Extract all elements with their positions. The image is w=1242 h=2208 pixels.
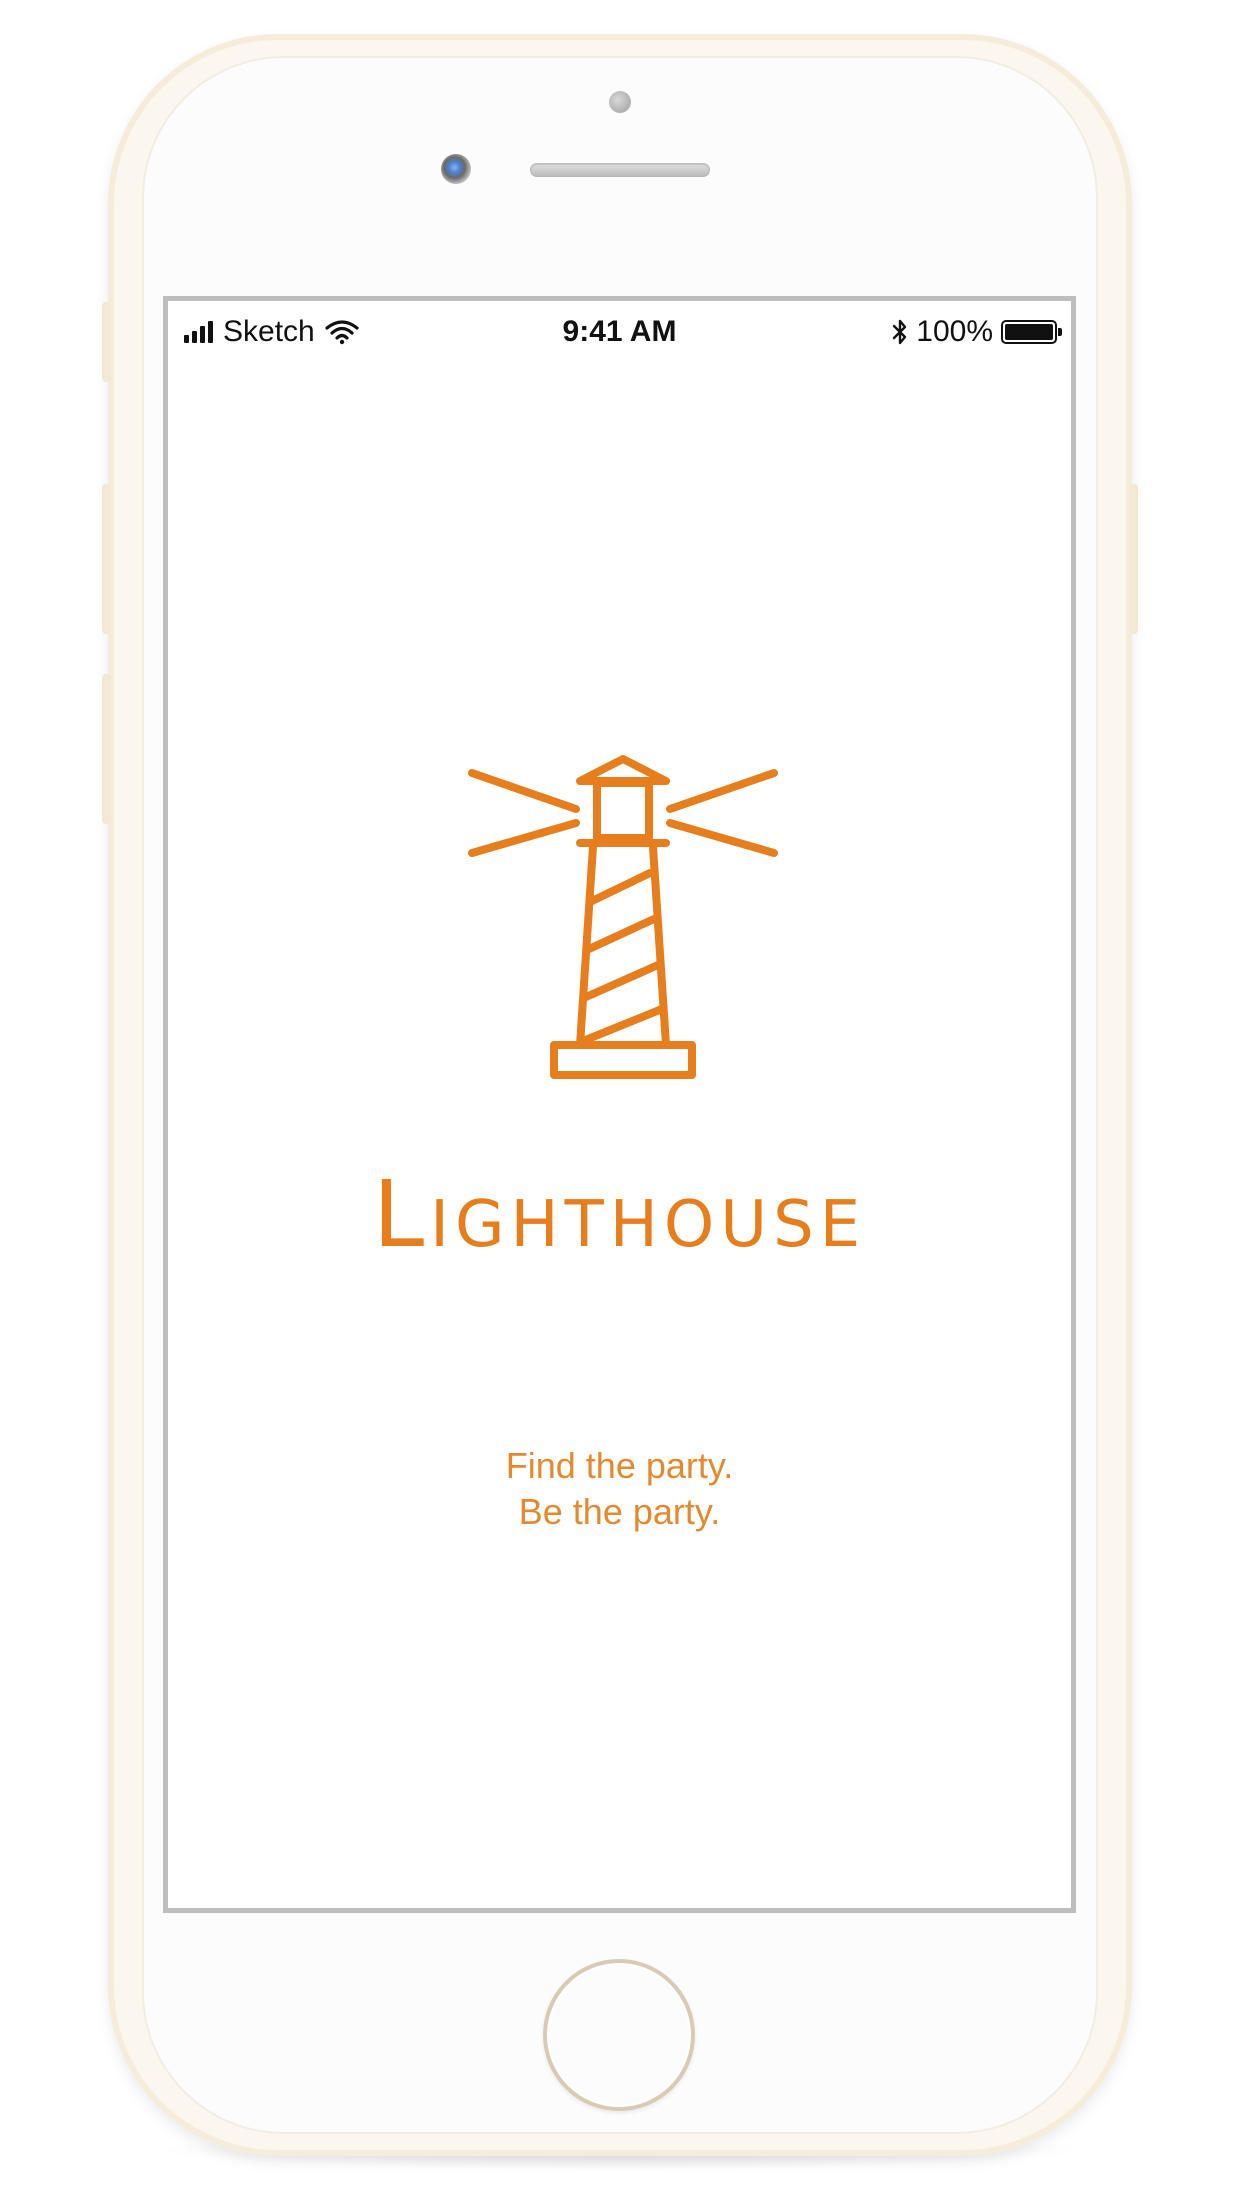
- battery-percent: 100%: [916, 315, 993, 348]
- status-bar-right: 100%: [892, 315, 1062, 349]
- volume-up-button: [102, 484, 111, 634]
- home-button[interactable]: [543, 1959, 695, 2111]
- stage: Sketch 9:41 AM 100% Lighthouse Find the …: [0, 0, 1242, 2208]
- mute-switch: [102, 302, 111, 382]
- volume-down-button: [102, 674, 111, 824]
- tagline-line-1: Find the party.: [505, 1445, 734, 1486]
- bluetooth-icon: [893, 319, 907, 345]
- tagline: Find the party. Be the party.: [168, 1443, 1071, 1535]
- proximity-sensor: [609, 91, 631, 113]
- screen: Sketch 9:41 AM 100% Lighthouse Find the …: [163, 296, 1076, 1913]
- earpiece-speaker: [530, 163, 710, 177]
- front-camera-icon: [441, 154, 471, 184]
- tagline-line-2: Be the party.: [518, 1491, 721, 1532]
- battery-icon: [1001, 320, 1062, 344]
- battery-fill: [1005, 324, 1053, 340]
- lighthouse-icon: [468, 755, 778, 1079]
- app-name: Lighthouse: [372, 1161, 867, 1268]
- power-button: [1129, 484, 1138, 634]
- status-bar: Sketch 9:41 AM 100%: [168, 301, 1071, 365]
